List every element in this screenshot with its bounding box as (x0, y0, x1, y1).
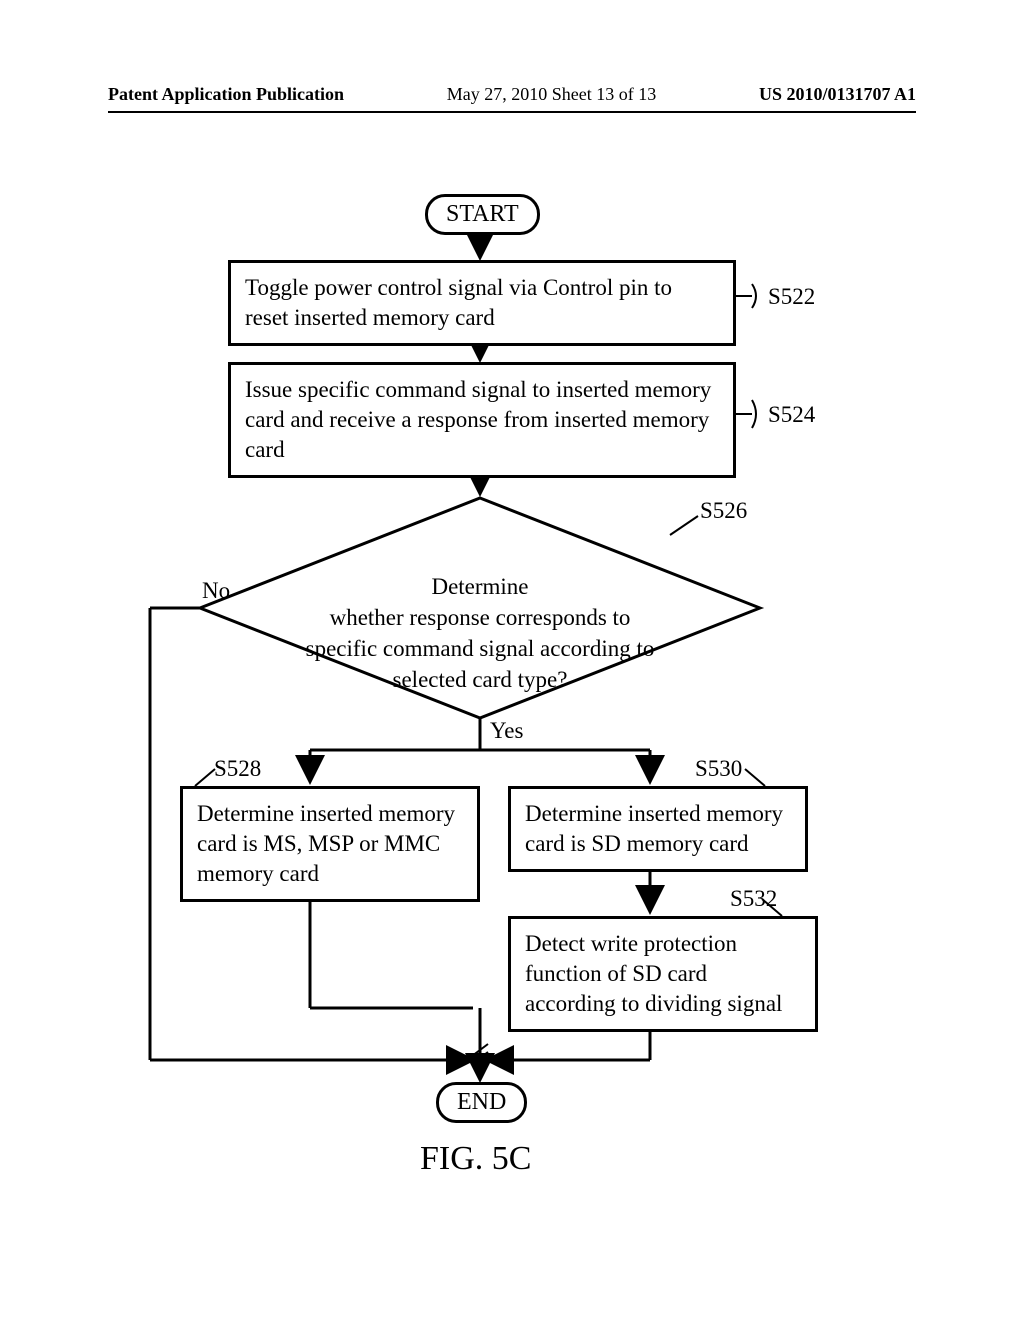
end-label: END (457, 1089, 506, 1115)
s530-text: Determine inserted memory card is SD mem… (525, 801, 783, 856)
end-terminal: END (436, 1082, 527, 1123)
start-terminal: START (425, 194, 540, 235)
ref-s530: S530 (695, 756, 742, 782)
decision-s526: Determine whether response corresponds t… (280, 540, 680, 695)
ref-s524: S524 (768, 402, 815, 428)
label-yes: Yes (490, 718, 523, 744)
figure-label: FIG. 5C (420, 1140, 531, 1178)
ref-s522: S522 (768, 284, 815, 310)
ref-s528: S528 (214, 756, 261, 782)
s526-text: Determine whether response corresponds t… (306, 574, 655, 692)
ref-s532: S532 (730, 886, 777, 912)
ref-s526: S526 (700, 498, 747, 524)
start-label: START (446, 201, 519, 227)
process-s530: Determine inserted memory card is SD mem… (508, 786, 808, 872)
s522-text: Toggle power control signal via Control … (245, 275, 672, 330)
process-s528: Determine inserted memory card is MS, MS… (180, 786, 480, 902)
s524-text: Issue specific command signal to inserte… (245, 377, 711, 462)
process-s524: Issue specific command signal to inserte… (228, 362, 736, 478)
s532-text: Detect write protection function of SD c… (525, 931, 782, 1016)
label-no: No (202, 578, 230, 604)
s528-text: Determine inserted memory card is MS, MS… (197, 801, 455, 886)
process-s522: Toggle power control signal via Control … (228, 260, 736, 346)
process-s532: Detect write protection function of SD c… (508, 916, 818, 1032)
